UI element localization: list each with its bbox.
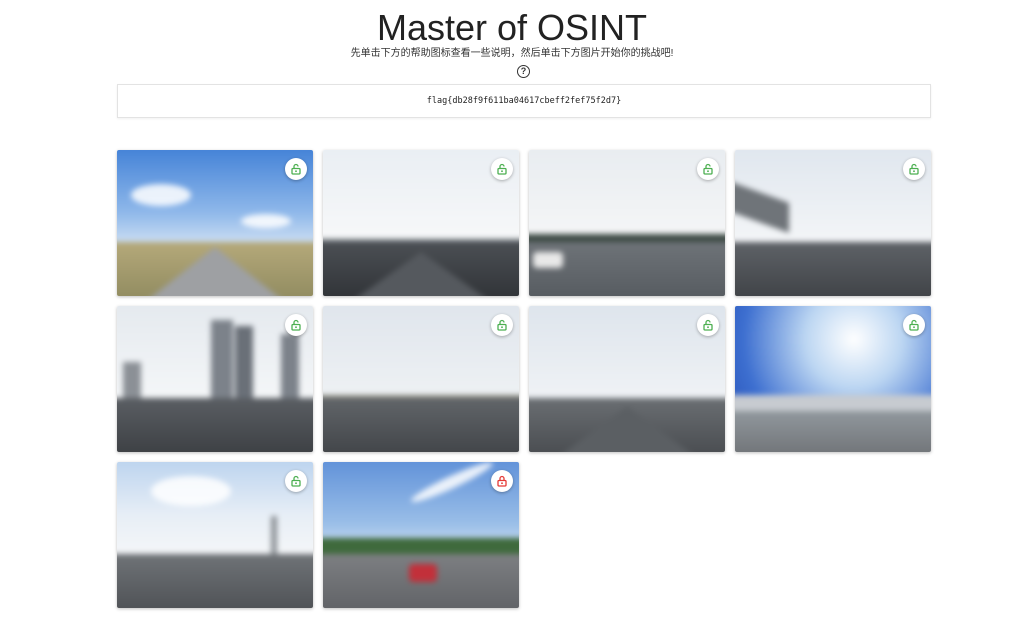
challenge-grid <box>117 150 931 608</box>
unlock-icon <box>497 163 507 175</box>
challenge-card-6[interactable] <box>323 306 519 452</box>
unlock-icon <box>291 319 301 331</box>
lock-status-button-10[interactable] <box>491 470 513 492</box>
challenge-image-7 <box>529 306 725 452</box>
challenge-image-4 <box>735 150 931 296</box>
challenge-image-8 <box>735 306 931 452</box>
lock-status-button-3[interactable] <box>697 158 719 180</box>
flag-text: flag{db28f9f611ba04617cbeff2fef75f2d7} <box>426 96 622 106</box>
challenge-image-3 <box>529 150 725 296</box>
flag-box: flag{db28f9f611ba04617cbeff2fef75f2d7} <box>117 84 931 118</box>
challenge-card-10[interactable] <box>323 462 519 608</box>
challenge-image-10 <box>323 462 519 608</box>
challenge-card-1[interactable] <box>117 150 313 296</box>
unlock-icon <box>909 319 919 331</box>
lock-status-button-9[interactable] <box>285 470 307 492</box>
lock-icon <box>497 475 507 487</box>
question-circle-icon: ? <box>520 66 527 76</box>
unlock-icon <box>703 163 713 175</box>
unlock-icon <box>291 163 301 175</box>
unlock-icon <box>703 319 713 331</box>
page-title: Master of OSINT <box>376 7 648 48</box>
challenge-image-5 <box>117 306 313 452</box>
help-button[interactable]: ? <box>517 65 530 78</box>
unlock-icon <box>497 319 507 331</box>
lock-status-button-1[interactable] <box>285 158 307 180</box>
challenge-card-4[interactable] <box>735 150 931 296</box>
lock-status-button-8[interactable] <box>903 314 925 336</box>
challenge-card-2[interactable] <box>323 150 519 296</box>
challenge-image-1 <box>117 150 313 296</box>
page-subtitle: 先单击下方的帮助图标查看一些说明，然后单击下方图片开始你的挑战吧! <box>350 48 674 59</box>
challenge-image-6 <box>323 306 519 452</box>
lock-status-button-6[interactable] <box>491 314 513 336</box>
challenge-card-3[interactable] <box>529 150 725 296</box>
challenge-image-2 <box>323 150 519 296</box>
challenge-card-9[interactable] <box>117 462 313 608</box>
lock-status-button-7[interactable] <box>697 314 719 336</box>
challenge-card-5[interactable] <box>117 306 313 452</box>
unlock-icon <box>909 163 919 175</box>
challenge-card-7[interactable] <box>529 306 725 452</box>
unlock-icon <box>291 475 301 487</box>
lock-status-button-4[interactable] <box>903 158 925 180</box>
challenge-image-9 <box>117 462 313 608</box>
lock-status-button-2[interactable] <box>491 158 513 180</box>
lock-status-button-5[interactable] <box>285 314 307 336</box>
challenge-card-8[interactable] <box>735 306 931 452</box>
